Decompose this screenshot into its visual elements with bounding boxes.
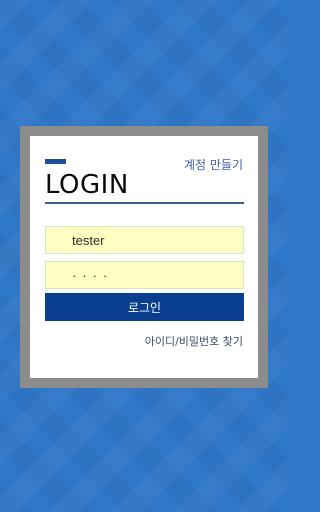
username-input[interactable] [45,226,244,254]
page-title: LOGIN [45,170,129,200]
create-account-link[interactable]: 계정 만들기 [184,156,243,173]
password-input[interactable] [45,261,244,289]
title-accent-bar [45,159,66,164]
find-id-password-link[interactable]: 아이디/비밀번호 찾기 [145,333,243,349]
title-underline [45,202,244,204]
login-button[interactable]: 로그인 [45,293,244,321]
login-card: 계정 만들기 LOGIN 로그인 아이디/비밀번호 찾기 [30,136,258,378]
